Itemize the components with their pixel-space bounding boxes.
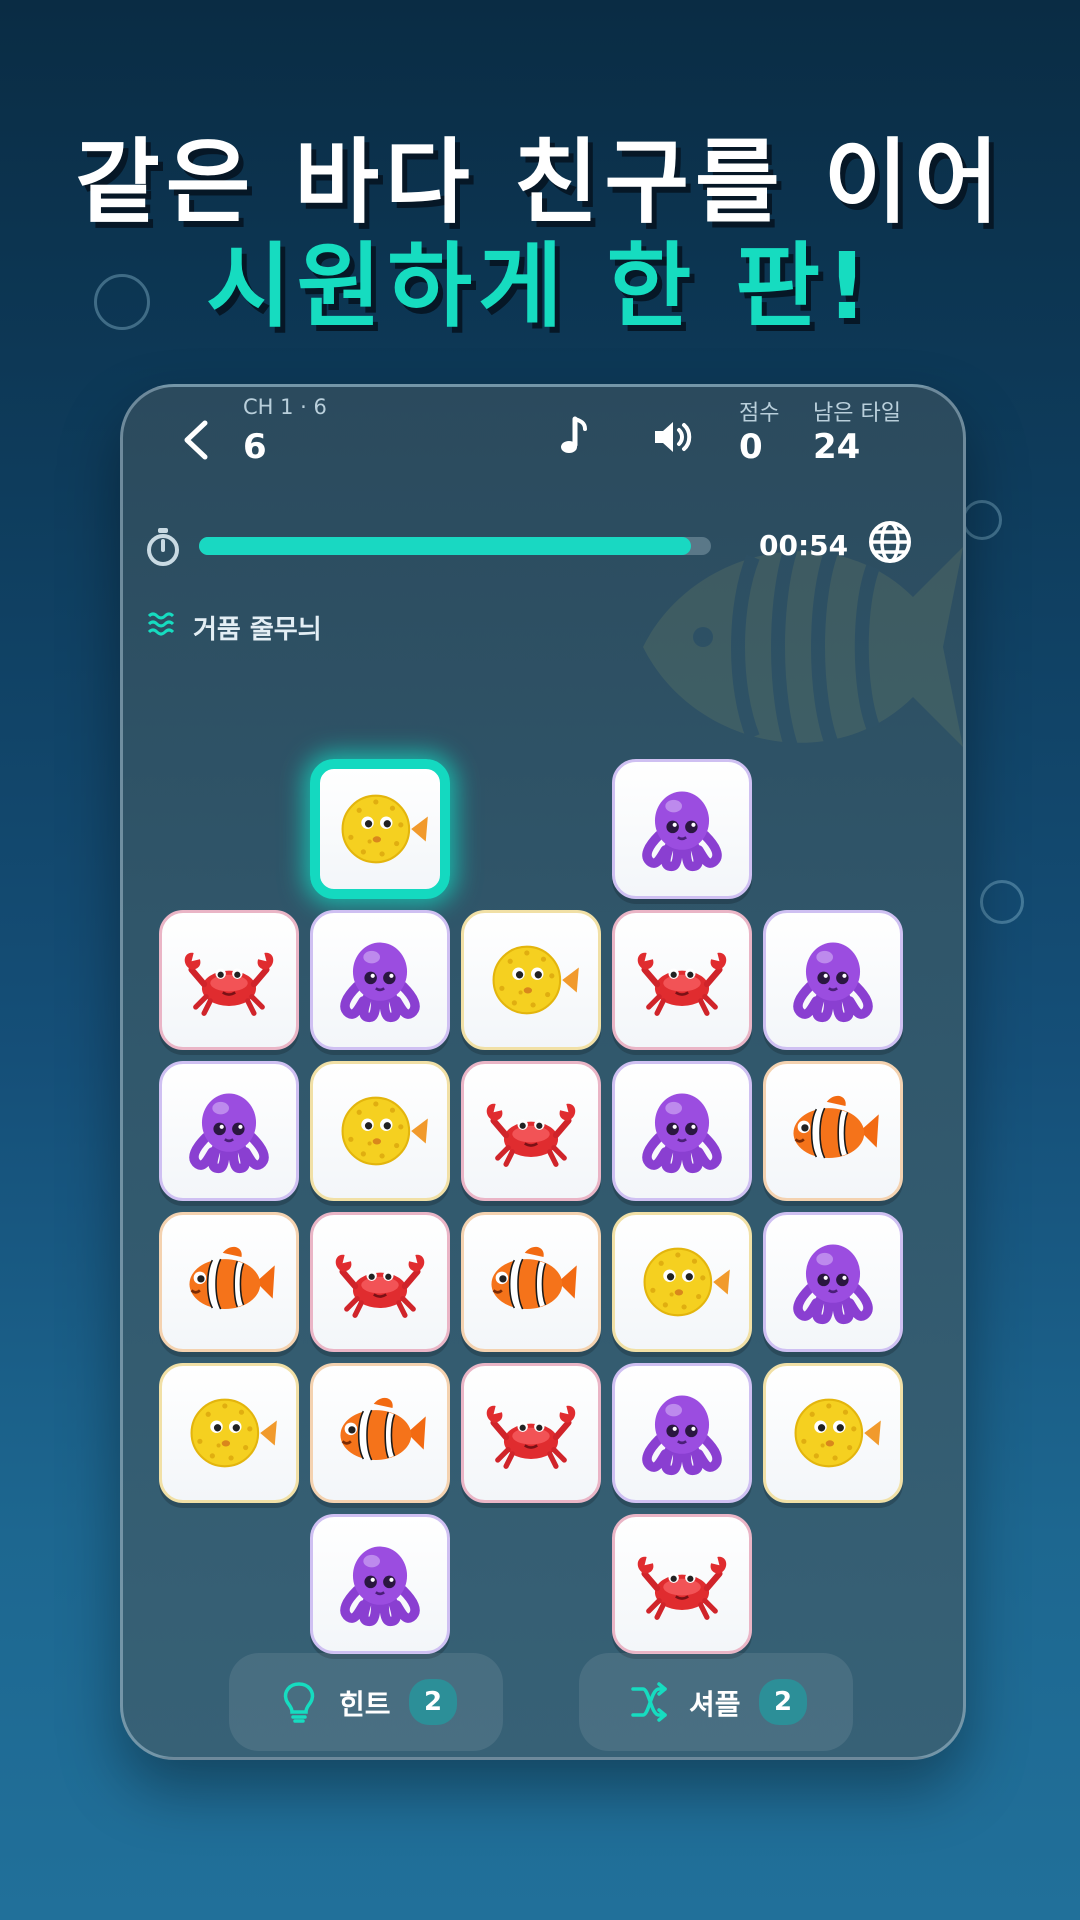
time-progress-bar <box>199 537 711 555</box>
tile-clown[interactable] <box>310 1363 450 1503</box>
score-label: 점수 <box>739 401 780 426</box>
hint-count-badge: 2 <box>409 1679 457 1725</box>
remaining-tiles-value: 24 <box>813 427 861 467</box>
tile-crab[interactable] <box>159 910 299 1050</box>
speaker-icon <box>655 422 692 452</box>
tile-crab[interactable] <box>310 1212 450 1352</box>
tile-octopus[interactable] <box>612 1061 752 1201</box>
time-progress-fill <box>199 537 691 555</box>
chapter-label: CH 1 · 6 <box>243 395 327 419</box>
tile-crab[interactable] <box>612 910 752 1050</box>
tile-octopus[interactable] <box>310 1514 450 1654</box>
tile-octopus[interactable] <box>310 910 450 1050</box>
game-panel: CH 1 · 6 6 점수 0 남은 타일 24 00:54 거품 줄무늬 힌트… <box>120 384 966 1760</box>
tile-crab[interactable] <box>461 1061 601 1201</box>
tile-clown[interactable] <box>461 1212 601 1352</box>
tile-puffer[interactable] <box>763 1363 903 1503</box>
bubble-decoration <box>94 274 150 330</box>
tile-octopus[interactable] <box>763 910 903 1050</box>
level-name: 거품 줄무늬 <box>193 615 322 645</box>
tile-crab[interactable] <box>461 1363 601 1503</box>
shuffle-icon <box>631 1682 667 1722</box>
stopwatch-icon <box>147 528 179 566</box>
tile-octopus[interactable] <box>159 1061 299 1201</box>
sound-toggle-button[interactable] <box>651 415 695 459</box>
shuffle-count-badge: 2 <box>759 1679 807 1725</box>
tile-octopus[interactable] <box>612 759 752 899</box>
shuffle-label: 셔플 <box>689 1688 741 1721</box>
score-value: 0 <box>739 427 763 467</box>
hint-label: 힌트 <box>339 1688 391 1721</box>
bubble-decoration <box>962 500 1002 540</box>
shuffle-button[interactable]: 셔플 2 <box>579 1653 853 1751</box>
chevron-left-icon <box>184 420 208 460</box>
waves-icon <box>147 612 175 636</box>
music-toggle-button[interactable] <box>555 413 595 459</box>
remaining-tiles-label: 남은 타일 <box>813 401 901 426</box>
bubble-decoration <box>980 880 1024 924</box>
tile-crab[interactable] <box>612 1514 752 1654</box>
time-remaining: 00:54 <box>759 529 849 562</box>
back-button[interactable] <box>175 417 221 463</box>
tile-clown[interactable] <box>763 1061 903 1201</box>
lightbulb-icon <box>283 1682 315 1723</box>
tile-octopus[interactable] <box>763 1212 903 1352</box>
music-note-icon <box>561 416 587 453</box>
tile-puffer[interactable] <box>612 1212 752 1352</box>
headline-line-2: 시원하게 한 판! <box>206 233 874 340</box>
language-button[interactable] <box>867 519 913 565</box>
level-number: 6 <box>243 427 267 467</box>
tile-puffer-selected[interactable] <box>310 759 450 899</box>
tile-octopus[interactable] <box>612 1363 752 1503</box>
tile-puffer[interactable] <box>310 1061 450 1201</box>
tile-puffer[interactable] <box>461 910 601 1050</box>
tile-clown[interactable] <box>159 1212 299 1352</box>
hint-button[interactable]: 힌트 2 <box>229 1653 503 1751</box>
globe-icon <box>869 521 911 563</box>
tile-puffer[interactable] <box>159 1363 299 1503</box>
